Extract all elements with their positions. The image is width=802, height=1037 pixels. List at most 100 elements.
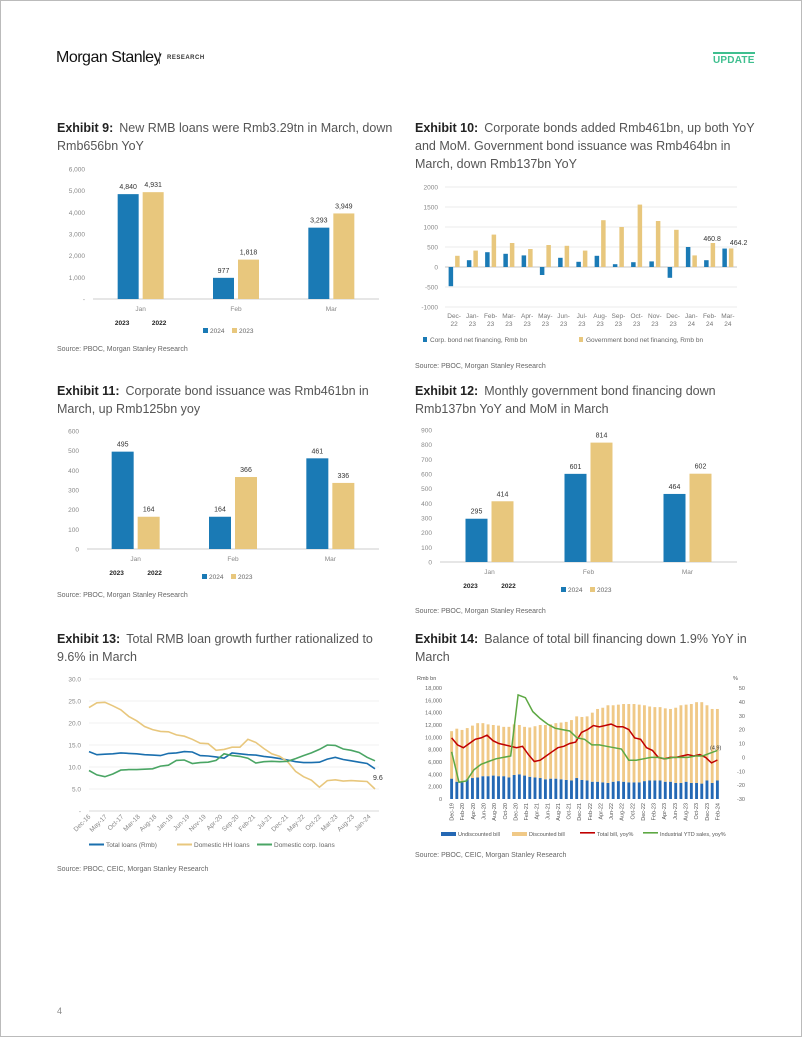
- y-tick-label: 0: [439, 797, 442, 803]
- data-label: 295: [471, 509, 483, 516]
- y-tick-label: 500: [427, 245, 438, 252]
- y-tick-label: 20.0: [68, 721, 81, 728]
- bar: [333, 213, 355, 299]
- x-tick-label: Mar: [326, 306, 338, 313]
- data-label: 602: [695, 464, 707, 471]
- bar-undiscounted: [543, 779, 547, 799]
- data-label: 460.8: [703, 236, 721, 243]
- bar: [235, 477, 257, 549]
- bar: [466, 260, 472, 267]
- data-label: 4,840: [119, 184, 137, 191]
- bar-discounted: [460, 729, 464, 783]
- update-badge: UPDATE: [713, 52, 755, 66]
- bar-undiscounted: [616, 781, 620, 799]
- x-tick-label: Mar-: [721, 313, 734, 320]
- bar: [601, 220, 606, 267]
- bar-undiscounted: [715, 780, 719, 799]
- bar-undiscounted: [554, 778, 558, 799]
- bar-undiscounted: [512, 774, 516, 799]
- bar-undiscounted: [689, 782, 693, 799]
- y-tick-label-right: 40: [739, 700, 745, 706]
- chart-ex10: -1000-5000500100015002000Dec-22Jan-23Feb…: [421, 185, 747, 345]
- legend-label: Total bill, yoy%: [597, 832, 633, 838]
- legend-label: 2023: [239, 328, 254, 335]
- bar: [465, 518, 488, 562]
- legend-label: Government bond net financing, Rmb bn: [586, 337, 703, 344]
- x-tick-label: 23: [469, 321, 477, 328]
- header-divider: [159, 52, 160, 64]
- source-note: Source: PBOC, CEIC, Morgan Stanley Resea…: [415, 852, 567, 859]
- bar: [564, 245, 570, 267]
- legend-label: 2024: [210, 328, 225, 335]
- data-label: 3,949: [335, 203, 353, 210]
- exhibit-title: Exhibit 14: Balance of total bill financi…: [415, 630, 760, 666]
- x-tick-label: Apr-20: [471, 803, 477, 820]
- legend-swatch: [423, 337, 427, 342]
- y-tick-label: 1500: [424, 205, 439, 212]
- y-tick-label-right: -30: [737, 797, 745, 803]
- x-tick-label: Jan: [484, 569, 495, 576]
- bar: [332, 482, 355, 549]
- bar: [473, 250, 478, 267]
- legend-label: 2024: [568, 587, 583, 594]
- y-tick-label: 1000: [424, 225, 439, 232]
- bar-discounted: [502, 726, 506, 777]
- y-tick-label: -: [83, 297, 85, 304]
- x-tick-label: Apr-23: [662, 803, 668, 820]
- bar-discounted: [554, 723, 558, 779]
- x-tick-label: Jan-: [466, 313, 479, 320]
- y-tick-label: 2000: [424, 185, 439, 192]
- x-tick-label: Dec-19: [450, 803, 456, 821]
- bar: [674, 229, 679, 267]
- bar-undiscounted: [523, 775, 527, 799]
- bar: [612, 264, 618, 267]
- x-tick-label: 24: [688, 321, 696, 328]
- bar-discounted: [580, 716, 584, 780]
- bar-discounted: [669, 708, 672, 782]
- bar: [491, 501, 514, 562]
- x-tick-label: Dec-: [447, 313, 461, 320]
- legend-label: Discounted bill: [529, 832, 565, 838]
- exhibit-10: Exhibit 10: Corporate bonds added Rmb461b…: [415, 119, 760, 173]
- bar-undiscounted: [465, 779, 469, 799]
- x-tick-label: Feb: [227, 556, 239, 563]
- x-tick-label: May-: [538, 313, 552, 320]
- x-tick-label: 24: [706, 321, 714, 328]
- year-note: 2023: [463, 583, 478, 590]
- source-note: Source: PBOC, Morgan Stanley Research: [57, 346, 188, 353]
- bar-undiscounted: [658, 780, 662, 799]
- exhibit-title: Exhibit 13: Total RMB loan growth further…: [57, 630, 402, 666]
- x-tick-label: Jan: [130, 556, 141, 563]
- x-tick-label: Feb-21: [238, 813, 258, 833]
- bar: [564, 473, 587, 562]
- x-tick-label: Aug-23: [683, 803, 689, 821]
- legend-label: 2023: [238, 574, 253, 581]
- x-tick-label: May-17: [89, 813, 110, 834]
- bar-discounted: [590, 712, 594, 782]
- x-tick-label: Oct-22: [630, 803, 636, 820]
- bar-undiscounted: [481, 776, 485, 799]
- y-tick-label: 2,000: [69, 253, 86, 260]
- bar: [582, 250, 588, 267]
- x-tick-label: Jun-20: [482, 803, 488, 820]
- bar: [689, 473, 712, 562]
- chart-ex14: Rmb bn % 0 2,000 4,000 6,000 8,000 10,000 12,000…: [417, 676, 745, 838]
- bar-undiscounted: [674, 782, 678, 799]
- data-label: 977: [218, 268, 230, 275]
- y-tick-label-right: -20: [737, 783, 745, 789]
- x-tick-label: Apr-21: [535, 803, 541, 820]
- y-tick-label: 18,000: [425, 686, 442, 692]
- bar-undiscounted: [491, 775, 495, 799]
- bar: [728, 248, 734, 267]
- bar-undiscounted: [700, 783, 704, 799]
- x-tick-label: 23: [597, 321, 605, 328]
- y-tick-label: 500: [421, 486, 432, 493]
- bar-undiscounted: [455, 781, 459, 799]
- x-tick-label: Aug-23: [336, 813, 356, 833]
- x-tick-label: Feb-21: [524, 803, 530, 820]
- legend-swatch: [643, 832, 658, 834]
- bar-discounted: [679, 705, 683, 783]
- x-tick-label: Dec-23: [705, 803, 711, 821]
- bar-undiscounted: [564, 779, 568, 799]
- y-tick-label: 6,000: [69, 167, 86, 174]
